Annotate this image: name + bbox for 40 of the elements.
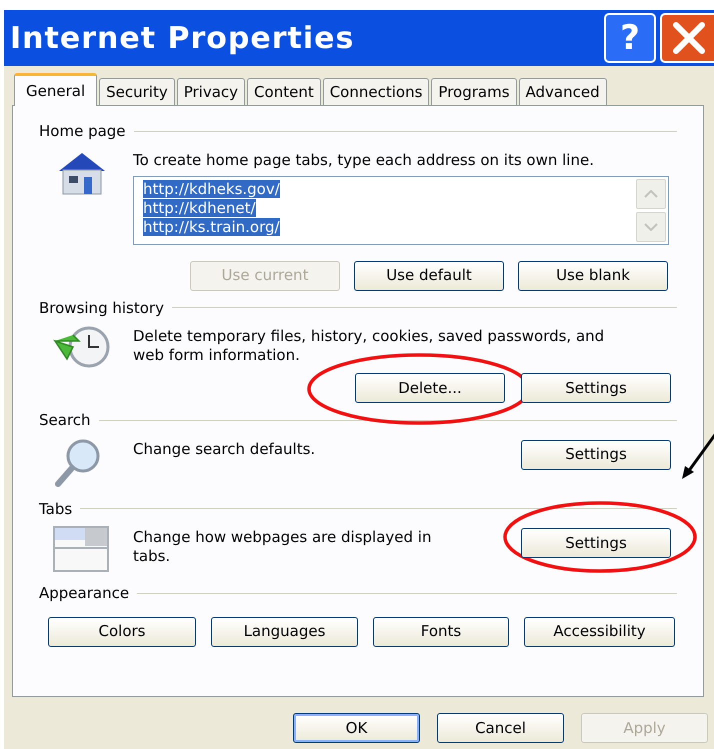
magnifier-icon	[53, 438, 101, 488]
description: To create home page tabs, type each address on its own line.	[133, 150, 595, 170]
input-field[interactable]: http://kdheks.gov/ http://kdhenet/ http://ks.train.org/	[133, 176, 669, 244]
button[interactable]: OK	[293, 713, 420, 743]
section-title: Home page	[39, 121, 126, 142]
section-title: Appearance	[39, 583, 130, 604]
description: Change search defaults.	[133, 438, 316, 458]
button[interactable]: Settings	[521, 528, 671, 558]
chevron-up-icon	[644, 190, 658, 198]
clock-arrow-icon	[53, 325, 111, 369]
scroll-down-button[interactable]	[636, 212, 666, 242]
button[interactable]: Settings	[521, 373, 671, 403]
close-button[interactable]	[660, 13, 714, 63]
button[interactable]: Colors	[48, 616, 196, 646]
help-button[interactable]: ?	[604, 13, 656, 63]
tab[interactable]: Content	[247, 78, 321, 105]
tab[interactable]: Programs	[431, 78, 517, 105]
tab[interactable]: General	[14, 73, 98, 106]
button[interactable]: Delete...	[355, 373, 505, 403]
window-title: Internet Properties	[10, 20, 354, 58]
tab[interactable]: Security	[99, 78, 175, 105]
tabs-icon	[53, 526, 109, 572]
tab[interactable]: Privacy	[176, 78, 246, 105]
button[interactable]: Settings	[521, 440, 671, 470]
button[interactable]: Accessibility	[524, 616, 675, 646]
chevron-down-icon	[644, 222, 658, 230]
scroll-up-button[interactable]	[636, 178, 666, 208]
button[interactable]: Fonts	[373, 616, 509, 646]
description: Delete temporary files, history, cookies, saved passwords, and web form information.	[133, 326, 606, 365]
section-title: Browsing history	[39, 298, 164, 318]
button[interactable]: Use blank	[518, 260, 668, 290]
section-title: Tabs	[39, 498, 72, 520]
tab[interactable]: Connections	[322, 78, 430, 105]
description: Change how webpages are displayed in tabs.	[133, 527, 432, 566]
close-icon	[672, 21, 706, 55]
button[interactable]: Languages	[211, 616, 358, 646]
section-title: Search	[39, 410, 91, 431]
tab[interactable]: Advanced	[518, 78, 607, 105]
button[interactable]: Use default	[354, 260, 504, 290]
button[interactable]: Cancel	[437, 713, 564, 743]
